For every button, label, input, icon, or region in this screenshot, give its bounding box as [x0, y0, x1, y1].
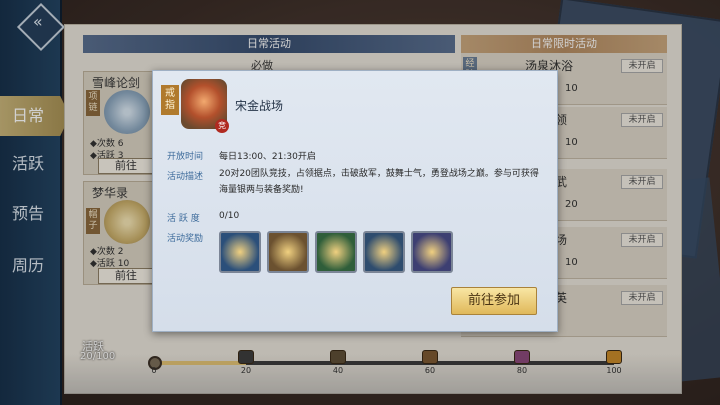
reward-item-icon[interactable] [363, 231, 405, 273]
reward-item-icon[interactable] [267, 231, 309, 273]
reward-item-icon[interactable] [315, 231, 357, 273]
reward-item-icon[interactable] [411, 231, 453, 273]
popup-title: 宋金战场 [235, 99, 284, 113]
active-value: 0/10 [219, 211, 240, 221]
reward-label: 活动奖励 [167, 234, 204, 244]
item-tag: 戒指 [161, 85, 179, 115]
competitive-badge: 竞 [215, 119, 229, 133]
reward-item-icon[interactable] [219, 231, 261, 273]
active-label: 活 跃 度 [167, 214, 200, 224]
time-value: 每日13:00、21:30开启 [219, 152, 316, 162]
activity-detail-popup: 戒指 竞 宋金战场 开放时间 每日13:00、21:30开启 活动描述 20对2… [152, 70, 558, 332]
desc-label: 活动描述 [167, 172, 204, 182]
desc-value: 20对20团队竞技，占领据点，击破敌军，鼓舞士气，勇登战场之巅。参与可获得海量银… [219, 169, 539, 195]
join-button[interactable]: 前往参加 [451, 287, 537, 315]
time-label: 开放时间 [167, 152, 204, 162]
